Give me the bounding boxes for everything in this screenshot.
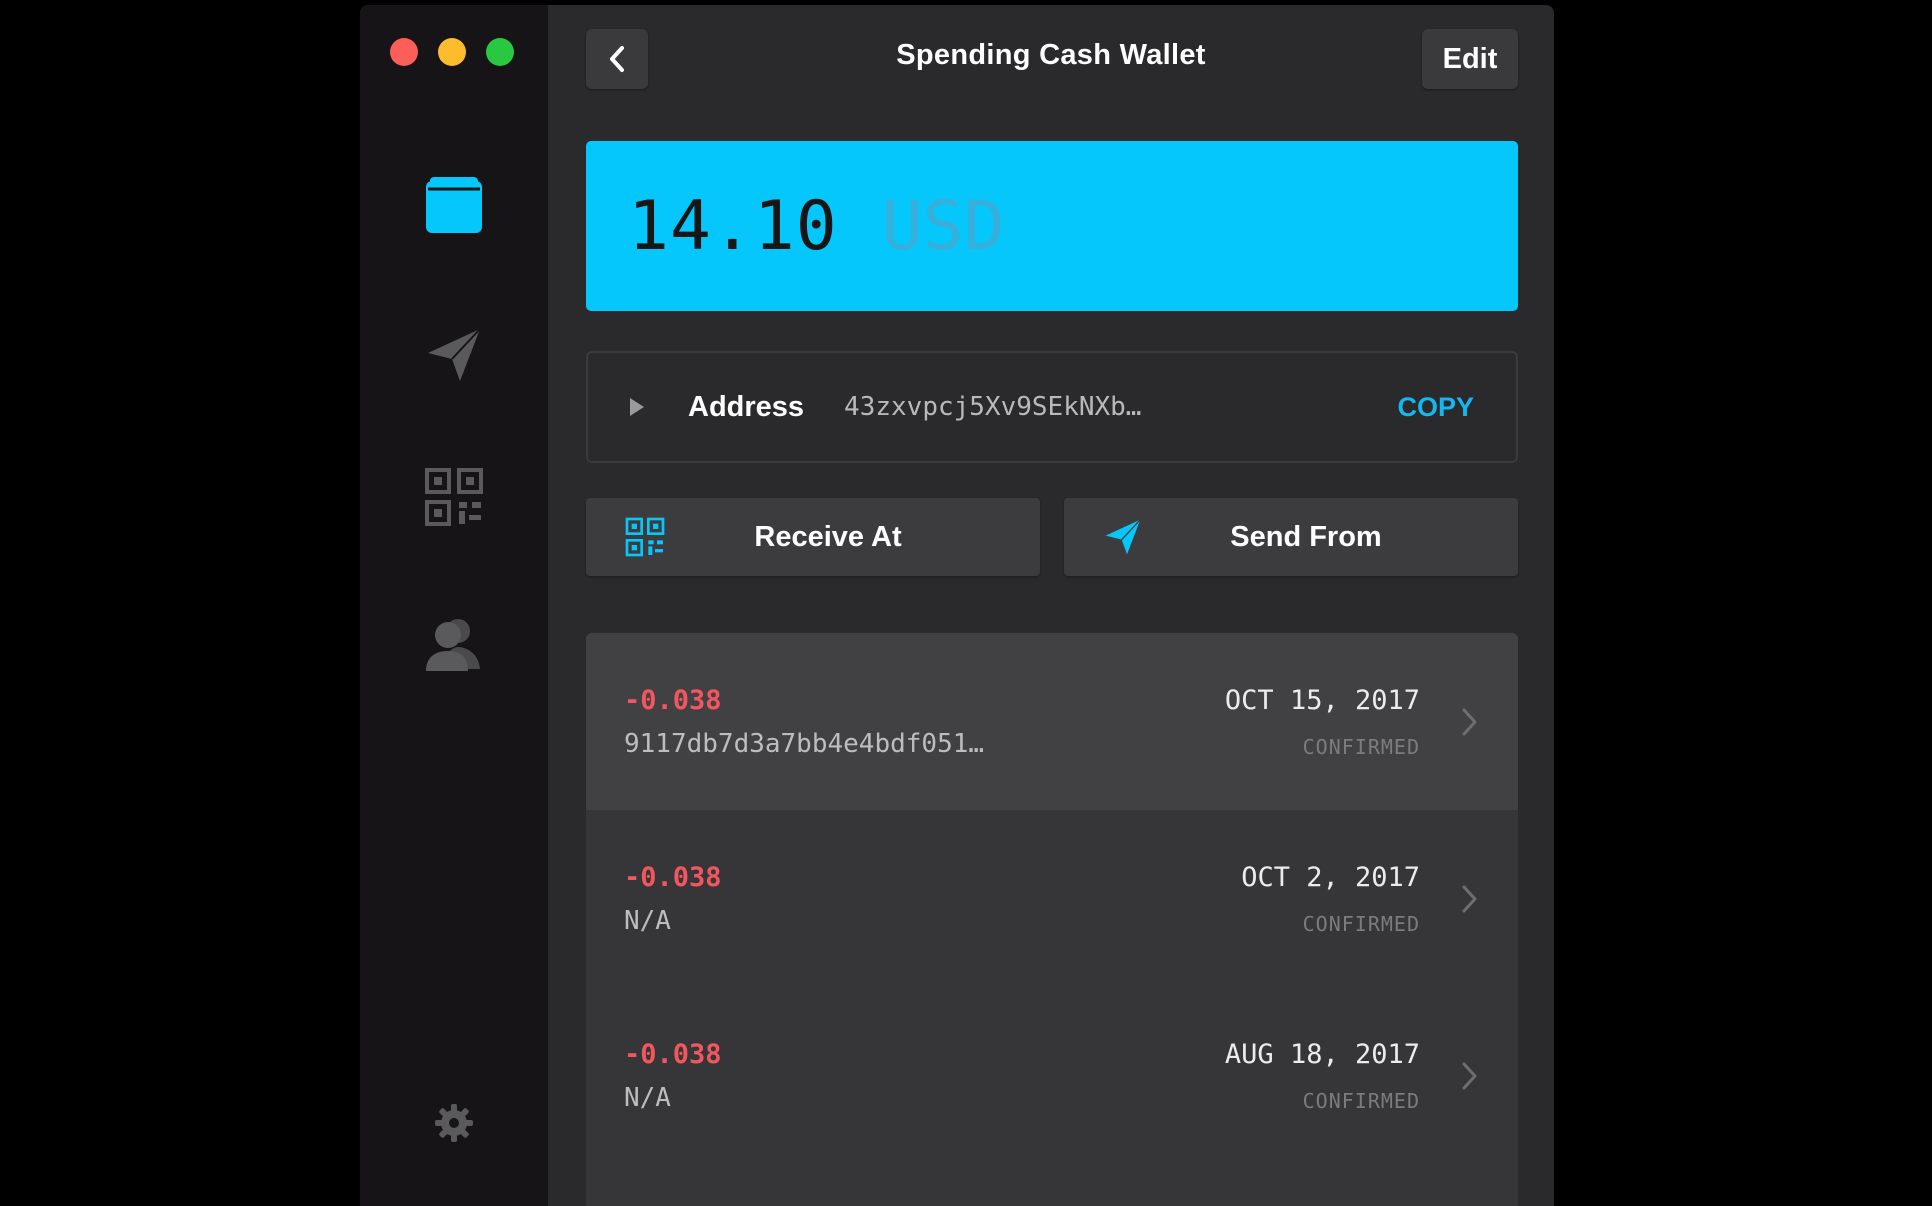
address-value: 43zxvpcj5Xv9SEkNXb…: [844, 392, 1142, 422]
copy-address-button[interactable]: COPY: [1397, 392, 1474, 423]
expand-arrow-icon[interactable]: [630, 398, 644, 416]
sidebar-item-contacts[interactable]: [424, 613, 484, 673]
chevron-right-icon: [1462, 885, 1477, 913]
gear-icon: [435, 1104, 473, 1142]
address-label: Address: [688, 390, 805, 423]
address-panel: Address 43zxvpcj5Xv9SEkNXb… COPY: [586, 351, 1518, 463]
paper-plane-icon: [1102, 516, 1144, 558]
wallet-icon: [426, 177, 482, 233]
main-panel: Spending Cash Wallet Edit 14.10 USD Addr…: [548, 5, 1554, 1206]
zoom-window-button[interactable]: [486, 38, 514, 66]
sidebar-item-wallet[interactable]: [424, 175, 484, 235]
chevron-right-icon: [1462, 708, 1477, 736]
chevron-right-icon: [1462, 1062, 1477, 1090]
app-window: Spending Cash Wallet Edit 14.10 USD Addr…: [360, 5, 1554, 1206]
transaction-status: CONFIRMED: [1302, 912, 1420, 936]
transaction-date: OCT 2, 2017: [1241, 862, 1420, 893]
qr-code-icon: [624, 516, 666, 558]
send-from-button[interactable]: Send From: [1064, 498, 1518, 576]
settings-button[interactable]: [432, 1101, 476, 1145]
transaction-hash: N/A: [624, 1083, 671, 1113]
transaction-amount: -0.038: [624, 1039, 722, 1070]
transaction-amount: -0.038: [624, 862, 722, 893]
transaction-hash: N/A: [624, 906, 671, 936]
transaction-date: OCT 15, 2017: [1224, 685, 1420, 716]
transaction-hash: 9117db7d3a7bb4e4bdf051…: [624, 729, 985, 759]
balance-card: 14.10 USD: [586, 141, 1518, 311]
window-controls: [390, 38, 514, 66]
edit-button[interactable]: Edit: [1422, 29, 1518, 89]
qr-code-icon: [425, 468, 483, 526]
transaction-row[interactable]: -0.038 N/A AUG 18, 2017 CONFIRMED: [586, 987, 1518, 1164]
balance-unit: USD: [881, 186, 1005, 266]
paper-plane-icon: [428, 328, 481, 381]
page-title: Spending Cash Wallet: [896, 39, 1206, 71]
minimize-window-button[interactable]: [438, 38, 466, 66]
transaction-list: -0.038 9117db7d3a7bb4e4bdf051… OCT 15, 2…: [586, 633, 1518, 1206]
sidebar: [360, 5, 548, 1206]
sidebar-item-receive[interactable]: [424, 467, 484, 527]
transaction-date: AUG 18, 2017: [1224, 1039, 1420, 1070]
transaction-status: CONFIRMED: [1302, 1089, 1420, 1113]
transaction-status: CONFIRMED: [1302, 735, 1420, 759]
transaction-row[interactable]: -0.038 N/A OCT 2, 2017 CONFIRMED: [586, 810, 1518, 987]
transaction-row[interactable]: -0.038 9117db7d3a7bb4e4bdf051… OCT 15, 2…: [586, 633, 1518, 810]
sidebar-item-send[interactable]: [424, 325, 484, 385]
close-window-button[interactable]: [390, 38, 418, 66]
receive-at-button[interactable]: Receive At: [586, 498, 1040, 576]
contacts-icon: [426, 619, 480, 671]
balance-amount: 14.10: [628, 186, 838, 266]
transaction-amount: -0.038: [624, 685, 722, 716]
